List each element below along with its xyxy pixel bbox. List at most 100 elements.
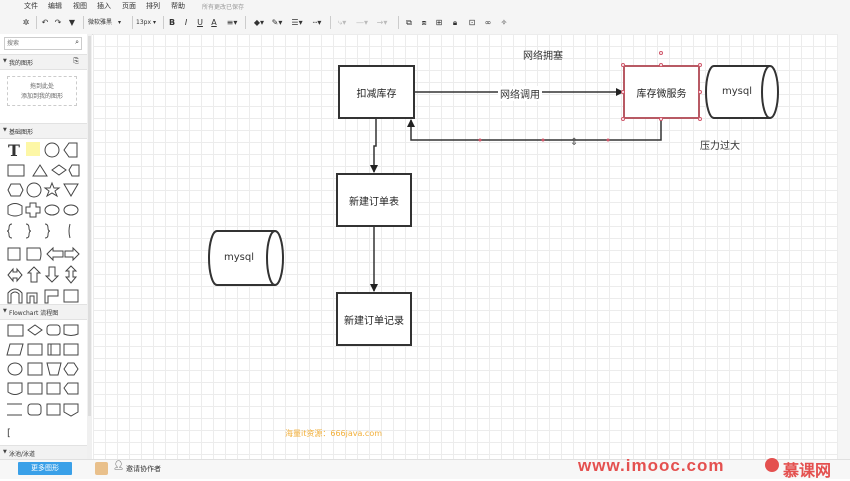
- note-shape[interactable]: [26, 142, 40, 156]
- corner-shape[interactable]: [44, 289, 59, 304]
- ellipse-shape[interactable]: [63, 204, 79, 216]
- font-family-select[interactable]: 微软雅黑 ▾: [88, 16, 126, 29]
- shape-search-input[interactable]: [7, 38, 67, 48]
- data-shape[interactable]: [6, 343, 24, 356]
- preparation-shape[interactable]: [63, 362, 79, 376]
- more-shapes-button[interactable]: 更多图形: [18, 462, 72, 475]
- search-icon[interactable]: ⌕: [75, 38, 79, 47]
- curly-shape[interactable]: [68, 223, 71, 239]
- menu-file[interactable]: 文件: [24, 1, 38, 11]
- tape-flow-shape[interactable]: [7, 382, 23, 395]
- vertical-double-arrow-shape[interactable]: [64, 265, 78, 284]
- document-shape[interactable]: [26, 247, 42, 261]
- italic-button[interactable]: I: [181, 16, 191, 29]
- menu-insert[interactable]: 插入: [97, 1, 111, 11]
- diagram-title[interactable]: 网络拥塞: [523, 47, 563, 62]
- text-tool-icon[interactable]: T: [8, 141, 20, 160]
- sidebar-scroll-thumb[interactable]: [88, 36, 91, 416]
- rectangle-shape[interactable]: [7, 164, 25, 177]
- diamond-shape[interactable]: [51, 164, 67, 176]
- shape-search-box[interactable]: ⌕: [4, 37, 82, 50]
- connector-type-icon[interactable]: ⤷▾: [335, 16, 349, 29]
- brace-shape[interactable]: [44, 223, 51, 239]
- card-flow-shape[interactable]: [63, 343, 79, 356]
- document-flow-shape[interactable]: [63, 324, 79, 336]
- add-user-icon[interactable]: 👤︎: [113, 461, 124, 471]
- avatar[interactable]: [95, 462, 108, 475]
- undo-icon[interactable]: ↶: [40, 16, 50, 29]
- star-shape[interactable]: [43, 181, 61, 198]
- resize-handle[interactable]: [698, 117, 702, 121]
- line-width-icon[interactable]: ☰▾: [290, 16, 304, 29]
- connector-shape[interactable]: [7, 362, 23, 376]
- start-arrow-icon[interactable]: —▾: [355, 16, 369, 29]
- network-call-label[interactable]: 网络调用: [498, 86, 542, 101]
- line-color-icon[interactable]: ✎▾: [270, 16, 284, 29]
- process-shape[interactable]: [7, 324, 24, 337]
- pentagon-shape[interactable]: [63, 142, 78, 158]
- alternate-process-shape[interactable]: [27, 403, 42, 416]
- format-painter-icon[interactable]: ✲: [20, 16, 32, 29]
- swimlane-header[interactable]: ▼ 泳池/泳道: [0, 445, 87, 459]
- off-page-connector-shape[interactable]: [63, 403, 79, 417]
- resize-handle[interactable]: [621, 63, 625, 67]
- resize-handle[interactable]: [621, 90, 625, 94]
- up-arrow-shape[interactable]: [26, 266, 42, 283]
- canvas-vertical-scrollbar[interactable]: [838, 34, 850, 459]
- bold-button[interactable]: B: [167, 16, 177, 29]
- off-page-shape[interactable]: [63, 382, 79, 395]
- terminator-shape[interactable]: [46, 324, 61, 336]
- resize-handle[interactable]: [698, 90, 702, 94]
- menu-edit[interactable]: 编辑: [48, 1, 62, 11]
- resize-handle[interactable]: [698, 63, 702, 67]
- decision-shape[interactable]: [27, 324, 43, 336]
- bend-arrow-shape[interactable]: [26, 292, 38, 304]
- unlock-icon[interactable]: ⊡: [466, 16, 478, 29]
- my-shapes-drop-zone[interactable]: 拖到此处 添加到我的图形: [7, 76, 77, 106]
- predefined-shape[interactable]: [27, 343, 43, 356]
- triangle-shape[interactable]: [32, 164, 48, 177]
- brace-left-shape[interactable]: [6, 223, 13, 239]
- rotate-handle[interactable]: [659, 51, 663, 55]
- manual-operation-shape[interactable]: [46, 362, 62, 376]
- group-icon[interactable]: ⊞: [433, 16, 445, 29]
- sequential-data-shape[interactable]: [46, 403, 61, 416]
- invite-collaborator-link[interactable]: 邀请协作者: [126, 464, 161, 474]
- flowchart-header[interactable]: ▼ Flowchart 流程图: [0, 304, 87, 320]
- delay-shape[interactable]: [46, 382, 61, 395]
- send-back-icon[interactable]: ⧈: [418, 16, 430, 29]
- cloud-shape[interactable]: [44, 204, 60, 216]
- underline-button[interactable]: U: [195, 16, 205, 29]
- display-shape[interactable]: [27, 382, 43, 395]
- my-shapes-header[interactable]: ▼ 我的图形 ⎘: [0, 54, 87, 70]
- annotation-shape[interactable]: [7, 403, 22, 416]
- overload-note[interactable]: 压力过大: [700, 137, 740, 152]
- bring-front-icon[interactable]: ⧉: [403, 16, 415, 29]
- magic-wand-icon[interactable]: ✧: [498, 16, 510, 29]
- u-turn-arrow-shape[interactable]: [7, 288, 23, 304]
- bracket-shape[interactable]: [: [7, 428, 11, 439]
- paint-bucket-icon[interactable]: ▼: [66, 16, 78, 29]
- menu-arrange[interactable]: 排列: [146, 1, 160, 11]
- menu-view[interactable]: 视图: [73, 1, 87, 11]
- arrow-pentagon-shape[interactable]: [68, 164, 80, 177]
- fill-color-icon[interactable]: ◆▾: [252, 16, 266, 29]
- down-arrow-shape[interactable]: [44, 266, 60, 283]
- menu-page[interactable]: 页面: [122, 1, 136, 11]
- octagon-shape[interactable]: [26, 182, 42, 198]
- inverted-triangle-shape[interactable]: [63, 183, 79, 197]
- cross-shape[interactable]: [25, 202, 41, 218]
- line-style-icon[interactable]: ┄▾: [310, 16, 324, 29]
- stock-service-node[interactable]: 库存微服务: [623, 65, 700, 119]
- lock-icon[interactable]: 🔒︎: [449, 16, 461, 29]
- resize-handle[interactable]: [659, 63, 663, 67]
- tape-shape[interactable]: [7, 203, 23, 217]
- manual-input-shape[interactable]: [27, 362, 43, 376]
- circle-shape[interactable]: [44, 142, 60, 158]
- right-arrow-shape[interactable]: [64, 246, 80, 262]
- deduct-stock-node[interactable]: 扣减库存: [338, 65, 415, 119]
- new-order-record-node[interactable]: 新建订单记录: [336, 292, 412, 346]
- basic-shapes-header[interactable]: ▼ 基础图形: [0, 123, 87, 139]
- frame-shape[interactable]: [63, 289, 79, 303]
- import-icon[interactable]: ⎘: [73, 57, 79, 66]
